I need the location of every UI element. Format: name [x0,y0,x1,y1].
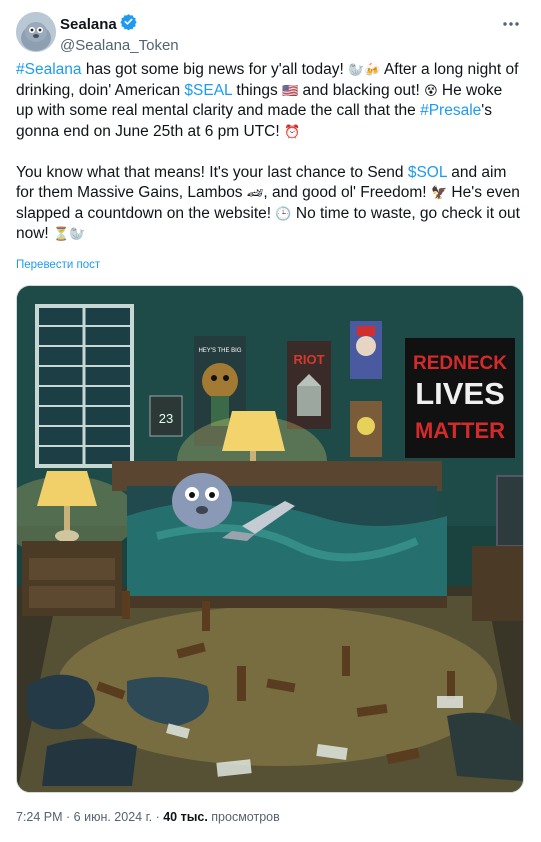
views-count: 40 тыс. [163,810,208,824]
display-name[interactable]: Sealana [60,15,117,35]
post-date[interactable]: 6 июн. 2024 г. [74,810,152,824]
poster-monster-text: HEY'S THE BIG [198,348,241,354]
seal-emoji-icon: 🦭 [69,226,86,241]
tv-right [496,475,523,547]
us-flag-emoji-icon: 🇺🇸 [282,82,299,98]
separator: · [62,810,74,824]
tweet-paragraph-1: #Sealana has got some big news for y'all… [16,60,521,142]
hashtag-sealana[interactable]: #Sealana [16,61,82,78]
poster-eagle [350,401,382,457]
more-options-icon[interactable] [501,14,521,34]
dresser-right [472,546,523,621]
poster-riot: RIOT [287,341,331,429]
poster-line-2: LIVES [415,376,505,411]
alarm-clock-emoji-icon: ⏰ [283,123,301,139]
eagle-emoji-icon: 🦅 [430,185,448,200]
bed [112,461,447,608]
tweet-text: #Sealana has got some big news for y'all… [16,60,521,245]
poster-line-1: REDNECK [413,353,507,374]
author-names: Sealana @Sealana_Token [60,13,179,56]
separator: · [152,810,164,824]
window [35,304,134,468]
cashtag-sol[interactable]: $SOL [408,164,447,181]
text-segment: things [232,81,283,99]
hashtag-presale[interactable]: #Presale [420,102,481,119]
race-car-emoji-icon: 🏎 [246,185,264,200]
seal-character [172,473,232,529]
text-segment: You know what that means! It's your last… [16,163,408,181]
poster-riot-text: RIOT [293,352,324,367]
views-label: просмотров [207,810,280,824]
text-segment: , and good ol' Freedom! [263,184,431,201]
text-segment: and blacking out! [298,81,425,99]
poster-lives-matter: REDNECK LIVES MATTER [405,338,515,458]
verified-badge-icon [120,13,137,36]
avatar[interactable] [16,12,56,52]
shocked-face-emoji-icon: 😵 [424,82,438,98]
hourglass-emoji-icon: ⏳ [53,226,70,241]
tweet-image[interactable]: 23 HEY'S THE BIG RIOT REDNECK LIVES MATT… [16,285,524,793]
translate-post-link[interactable]: Перевести пост [16,259,100,271]
cashtag-seal[interactable]: $SEAL [184,82,232,99]
text-segment: has got some big news for y'all today! [81,61,349,78]
author-handle[interactable]: @Sealana_Token [60,36,179,56]
nightstand [22,541,122,616]
poster-clock: 23 [149,395,183,437]
poster-uncle-sam [350,321,382,379]
poster-line-3: MATTER [415,418,505,443]
beer-emoji-icon: 🍻 [364,62,381,77]
post-time[interactable]: 7:24 PM [16,810,63,824]
svg-text:23: 23 [159,411,173,426]
seal-emoji-icon: 🦭 [348,62,365,77]
tweet-header: Sealana @Sealana_Token [16,12,525,54]
tweet-meta: 7:24 PM · 6 июн. 2024 г. · 40 тыс. просм… [16,810,280,824]
clock-emoji-icon: 🕒 [275,205,292,221]
tweet-paragraph-2: You know what that means! It's your last… [16,163,521,245]
